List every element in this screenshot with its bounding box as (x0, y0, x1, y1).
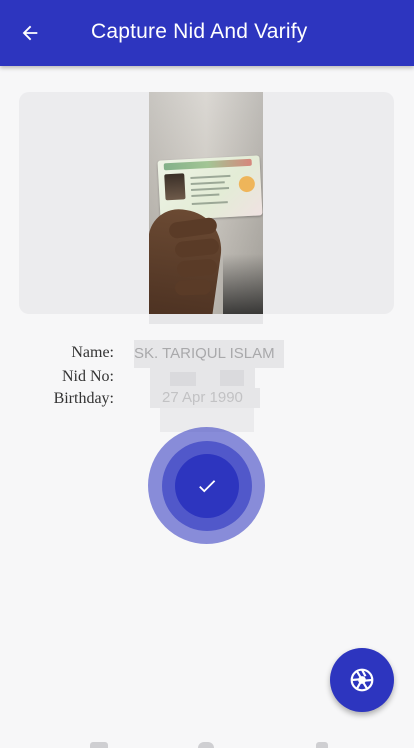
blur-strip (149, 314, 263, 324)
nid-label: Nid No: (62, 368, 114, 385)
captured-nid-image (149, 92, 263, 314)
check-icon (198, 479, 215, 492)
camera-shutter-icon (350, 668, 374, 692)
page-title: Capture Nid And Varify (91, 20, 308, 43)
app-bar: Capture Nid And Varify (0, 0, 414, 66)
back-button[interactable] (14, 17, 46, 49)
birthday-value: 27 Apr 1990 (162, 389, 243, 406)
arrow-left-icon (22, 25, 38, 41)
nid-preview-card (19, 92, 394, 314)
name-value: SK. TARIQUL ISLAM (134, 345, 275, 362)
system-nav-home (198, 742, 214, 748)
system-nav-recents (316, 742, 328, 748)
capture-button[interactable] (330, 648, 394, 712)
birthday-label: Birthday: (53, 390, 114, 407)
system-nav-back (90, 742, 108, 748)
name-label: Name: (71, 344, 114, 361)
verify-button[interactable] (148, 427, 265, 544)
